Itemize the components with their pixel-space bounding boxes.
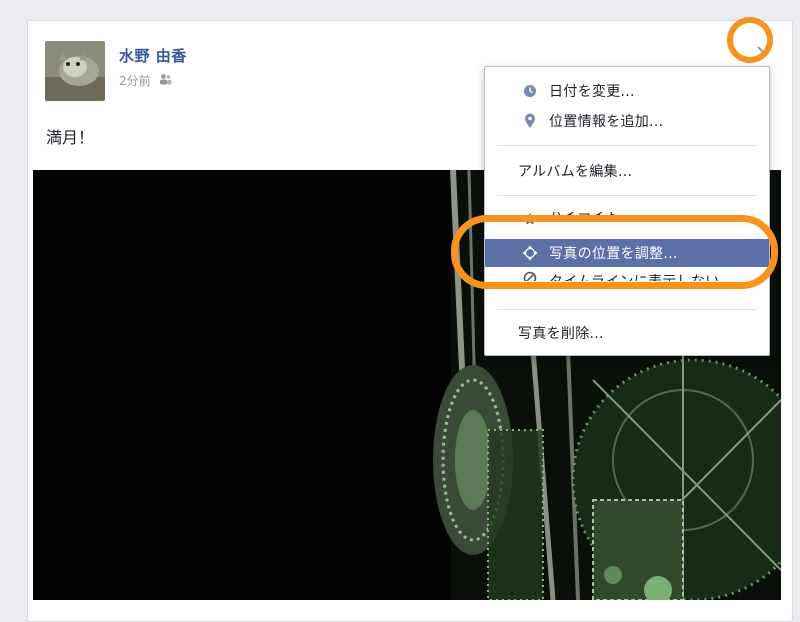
pin-icon xyxy=(517,113,543,129)
menu-item-delete-photo[interactable]: 写真を削除... xyxy=(485,319,769,347)
menu-item-hide-from-timeline[interactable]: タイムラインに表示しない xyxy=(485,271,769,281)
move-icon xyxy=(517,245,543,261)
cat-avatar-image xyxy=(45,41,105,101)
menu-item-label: ハイライト xyxy=(549,212,621,225)
menu-divider xyxy=(497,145,757,146)
hide-icon xyxy=(517,271,543,281)
menu-item-label: 写真を削除... xyxy=(518,326,604,342)
post-meta: 2分前 xyxy=(119,72,172,89)
menu-divider xyxy=(497,195,757,196)
post-options-menu: 日付を変更... 位置情報を追加... アルバムを編集... ハイライト 写真の… xyxy=(484,66,770,356)
post-timestamp[interactable]: 2分前 xyxy=(119,72,151,89)
friends-icon[interactable] xyxy=(159,73,172,88)
author-avatar[interactable] xyxy=(45,41,105,101)
menu-item-label: 写真の位置を調整... xyxy=(549,246,678,262)
menu-item-label: アルバムを編集... xyxy=(518,164,633,180)
menu-item-change-date[interactable]: 日付を変更... xyxy=(485,77,769,105)
author-name[interactable]: 水野 由香 xyxy=(119,45,187,66)
menu-item-label: 位置情報を追加... xyxy=(549,114,664,130)
menu-item-highlight[interactable]: ハイライト xyxy=(485,212,769,226)
menu-item-adjust-photo-position[interactable]: 写真の位置を調整... xyxy=(485,239,769,267)
star-icon xyxy=(517,212,543,226)
menu-item-edit-album[interactable]: アルバムを編集... xyxy=(485,157,769,185)
menu-item-label: タイムラインに表示しない xyxy=(549,271,720,281)
menu-item-label: 日付を変更... xyxy=(549,84,635,100)
menu-divider xyxy=(497,309,757,310)
menu-item-add-location[interactable]: 位置情報を追加... xyxy=(485,107,769,135)
post-text: 満月！ xyxy=(46,128,95,147)
post-options-button[interactable] xyxy=(746,31,782,67)
chevron-down-icon xyxy=(757,40,771,59)
clock-icon xyxy=(517,84,543,98)
